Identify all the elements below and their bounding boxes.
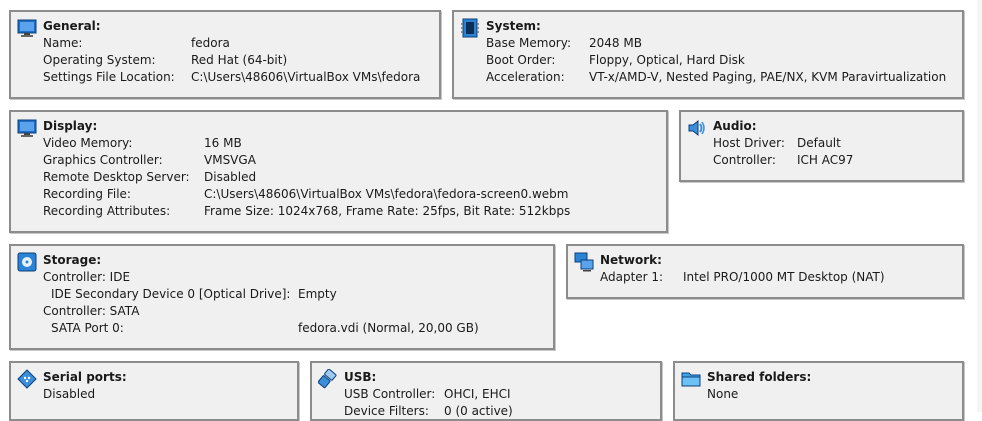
usb-panel[interactable]: USB: USB Controller: OHCI, EHCI Device F… bbox=[310, 361, 662, 421]
row-label: Settings File Location: bbox=[43, 70, 175, 84]
network-title: Network: bbox=[600, 253, 662, 267]
row-value: VMSVGA bbox=[204, 153, 256, 167]
row-value: 2048 MB bbox=[589, 36, 642, 50]
general-settings-row: Settings File Location: C:\Users\48606\V… bbox=[43, 69, 420, 86]
disk-icon bbox=[17, 252, 37, 272]
shared-status-row: None bbox=[707, 386, 738, 403]
storage-sata-port-row: SATA Port 0: fedora.vdi (Normal, 20,00 G… bbox=[51, 320, 479, 337]
display-panel[interactable]: Display: Video Memory: 16 MB Graphics Co… bbox=[9, 110, 668, 233]
row-label: Operating System: bbox=[43, 53, 156, 67]
network-icon bbox=[574, 252, 594, 272]
audio-title: Audio: bbox=[713, 119, 757, 133]
row-value: Floppy, Optical, Hard Disk bbox=[589, 53, 745, 67]
row-value: Frame Size: 1024x768, Frame Rate: 25fps,… bbox=[204, 204, 571, 218]
system-memory-row: Base Memory: 2048 MB bbox=[486, 35, 642, 52]
general-name-row: Name: fedora bbox=[43, 35, 230, 52]
general-os-row: Operating System: Red Hat (64-bit) bbox=[43, 52, 287, 69]
row-label: Acceleration: bbox=[486, 70, 565, 84]
display-vram-row: Video Memory: 16 MB bbox=[43, 135, 242, 152]
display-graphics-row: Graphics Controller: VMSVGA bbox=[43, 152, 256, 169]
row-value: Red Hat (64-bit) bbox=[191, 53, 288, 67]
usb-title: USB: bbox=[344, 370, 377, 384]
chip-icon bbox=[461, 18, 479, 38]
audio-driver-row: Host Driver: Default bbox=[713, 135, 841, 152]
row-label: Controller: bbox=[713, 153, 776, 167]
row-value: 16 MB bbox=[204, 136, 242, 150]
storage-panel[interactable]: Storage: Controller: IDE IDE Secondary D… bbox=[9, 244, 555, 350]
shared-title: Shared folders: bbox=[707, 370, 812, 384]
row-label: Controller: IDE bbox=[43, 270, 131, 284]
row-label: Remote Desktop Server: bbox=[43, 170, 190, 184]
row-value: C:\Users\48606\VirtualBox VMs\fedora bbox=[191, 70, 421, 84]
network-panel[interactable]: Network: Adapter 1: Intel PRO/1000 MT De… bbox=[566, 244, 964, 299]
storage-ide-device-row: IDE Secondary Device 0 [Optical Drive]: … bbox=[51, 286, 337, 303]
row-label: Video Memory: bbox=[43, 136, 133, 150]
audio-panel[interactable]: Audio: Host Driver: Default Controller: … bbox=[679, 110, 964, 182]
serial-title: Serial ports: bbox=[43, 370, 127, 384]
storage-sata-controller-row: Controller: SATA bbox=[43, 303, 139, 320]
row-label: Recording File: bbox=[43, 187, 131, 201]
row-label: Base Memory: bbox=[486, 36, 572, 50]
storage-ide-controller-row: Controller: IDE bbox=[43, 269, 130, 286]
audio-controller-row: Controller: ICH AC97 bbox=[713, 152, 853, 169]
row-value: fedora bbox=[191, 36, 230, 50]
row-value: ICH AC97 bbox=[797, 153, 854, 167]
row-label: Graphics Controller: bbox=[43, 153, 163, 167]
system-accel-row: Acceleration: VT-x/AMD-V, Nested Paging,… bbox=[486, 69, 946, 86]
serial-port-icon bbox=[17, 369, 37, 389]
usb-controller-row: USB Controller: OHCI, EHCI bbox=[344, 386, 511, 403]
row-value: OHCI, EHCI bbox=[444, 387, 511, 401]
row-value: Default bbox=[797, 136, 841, 150]
row-label: Host Driver: bbox=[713, 136, 785, 150]
scrollbar-edge[interactable] bbox=[977, 0, 982, 412]
display-recording-file-row: Recording File: C:\Users\48606\VirtualBo… bbox=[43, 186, 568, 203]
system-boot-row: Boot Order: Floppy, Optical, Hard Disk bbox=[486, 52, 745, 69]
monitor-icon bbox=[17, 119, 37, 137]
serial-ports-panel[interactable]: Serial ports: Disabled bbox=[9, 361, 299, 421]
display-title: Display: bbox=[43, 119, 98, 133]
storage-title: Storage: bbox=[43, 253, 102, 267]
row-value: C:\Users\48606\VirtualBox VMs\fedora\fed… bbox=[204, 187, 569, 201]
row-label: Name: bbox=[43, 36, 83, 50]
network-adapter-row: Adapter 1: Intel PRO/1000 MT Desktop (NA… bbox=[600, 269, 885, 286]
row-label: Boot Order: bbox=[486, 53, 556, 67]
row-label: USB Controller: bbox=[344, 387, 436, 401]
system-title: System: bbox=[486, 19, 541, 33]
speaker-icon bbox=[688, 119, 705, 137]
general-panel[interactable]: General: Name: fedora Operating System: … bbox=[9, 10, 441, 99]
row-value: Disabled bbox=[204, 170, 257, 184]
folder-icon bbox=[681, 372, 701, 387]
row-label: Disabled bbox=[43, 387, 96, 401]
serial-status-row: Disabled bbox=[43, 386, 95, 403]
row-value: fedora.vdi (Normal, 20,00 GB) bbox=[298, 321, 479, 335]
row-label: IDE Secondary Device 0 [Optical Drive]: bbox=[51, 287, 291, 301]
row-label: Controller: SATA bbox=[43, 304, 140, 318]
row-value: VT-x/AMD-V, Nested Paging, PAE/NX, KVM P… bbox=[589, 70, 947, 84]
monitor-icon bbox=[17, 19, 37, 37]
display-recording-attrs-row: Recording Attributes: Frame Size: 1024x7… bbox=[43, 203, 570, 220]
row-value: Empty bbox=[298, 287, 337, 301]
general-title: General: bbox=[43, 19, 101, 33]
row-label: Adapter 1: bbox=[600, 270, 664, 284]
row-label: Recording Attributes: bbox=[43, 204, 171, 218]
display-rdp-row: Remote Desktop Server: Disabled bbox=[43, 169, 256, 186]
system-panel[interactable]: System: Base Memory: 2048 MB Boot Order:… bbox=[452, 10, 964, 99]
row-label: SATA Port 0: bbox=[51, 321, 124, 335]
row-value: Intel PRO/1000 MT Desktop (NAT) bbox=[683, 270, 885, 284]
usb-icon bbox=[318, 369, 337, 389]
row-label: None bbox=[707, 387, 739, 401]
shared-folders-panel[interactable]: Shared folders: None bbox=[673, 361, 964, 421]
